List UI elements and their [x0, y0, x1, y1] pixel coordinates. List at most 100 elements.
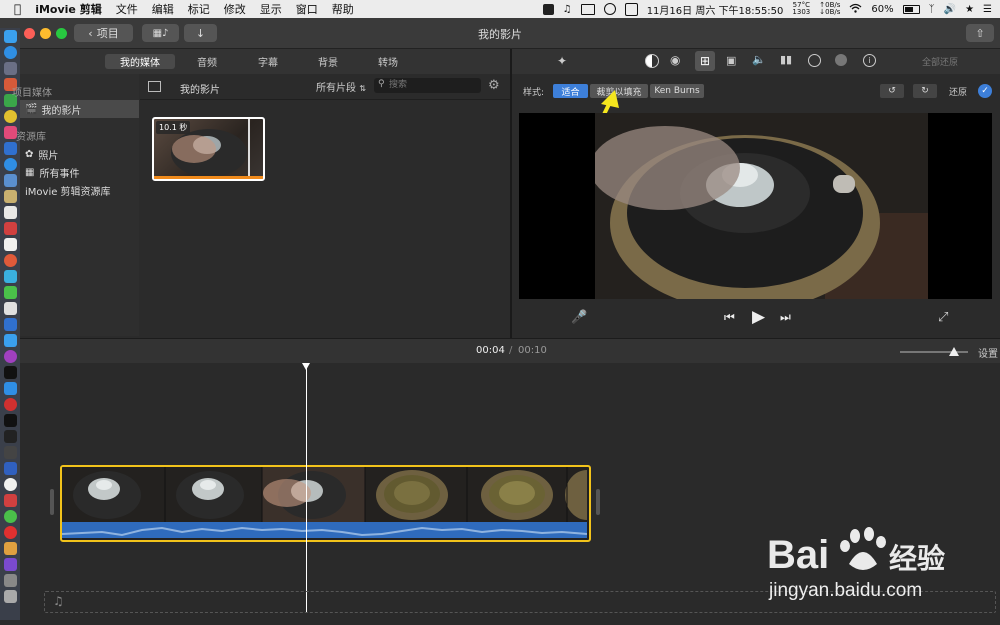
apply-checkmark-icon[interactable]: ✓ [978, 84, 992, 98]
app-icon-14[interactable] [3, 254, 17, 267]
wechat-icon[interactable] [3, 286, 17, 299]
sensor-readout[interactable]: 57°C 1303 [792, 2, 810, 16]
audio-waveform-track[interactable] [62, 522, 587, 538]
menu-edit[interactable]: 编辑 [152, 1, 174, 17]
timeline-clip[interactable] [60, 465, 591, 542]
menu-file[interactable]: 文件 [116, 1, 138, 17]
reset-all-button[interactable]: 全部还原 [922, 55, 958, 68]
library-item-imovie-library[interactable]: iMovie 剪辑资源库 [20, 181, 139, 199]
color-balance-icon[interactable] [645, 54, 659, 68]
tab-transitions[interactable]: 转场 [366, 54, 410, 69]
clip-trim-handle-left[interactable] [50, 489, 54, 515]
chrome-icon[interactable] [3, 110, 17, 123]
app-icon-20[interactable] [3, 350, 17, 363]
search-field[interactable]: ⚲ [374, 78, 481, 93]
activity-icon[interactable] [3, 430, 17, 443]
library-item-my-movie[interactable]: 🎬 我的影片 [20, 100, 139, 118]
back-to-projects-button[interactable]: ‹ 项目 [74, 24, 133, 42]
library-item-photos[interactable]: ✿ 照片 [20, 145, 139, 163]
display-icon[interactable] [580, 3, 595, 15]
app-icon-17[interactable] [3, 302, 17, 315]
vivaldi-icon[interactable] [3, 398, 17, 411]
tab-titles[interactable]: 字幕 [246, 54, 290, 69]
app-icon-13[interactable] [3, 238, 17, 251]
app-icon-10[interactable] [3, 190, 17, 203]
library-item-all-events[interactable]: ▦ 所有事件 [20, 163, 139, 181]
reset-button[interactable]: 还原 [949, 85, 967, 98]
wifi-icon[interactable] [849, 3, 862, 16]
zoom-slider-knob[interactable] [949, 347, 960, 356]
app-icon-7[interactable] [3, 142, 17, 155]
clip-filter-dropdown[interactable]: 所有片段 ⇅ [316, 79, 366, 94]
app-icon-18[interactable] [3, 318, 17, 331]
zoom-window-button[interactable] [56, 28, 67, 39]
menu-modify[interactable]: 修改 [224, 1, 246, 17]
settings-gear-icon[interactable]: ⚙ [488, 78, 500, 93]
notification-center-icon[interactable]: ☰ [983, 4, 992, 15]
tab-my-media[interactable]: 我的媒体 [105, 54, 175, 69]
app-switch-icon[interactable] [624, 2, 638, 16]
menu-window[interactable]: 窗口 [296, 1, 318, 17]
playhead[interactable] [302, 363, 310, 613]
appletv-icon[interactable] [3, 366, 17, 379]
star-icon[interactable]: ★ [965, 4, 974, 15]
network-readout[interactable]: ↑0B/s ↓0B/s [819, 2, 840, 16]
app-icon-12[interactable] [3, 222, 17, 235]
style-ken-burns-button[interactable]: Ken Burns [650, 84, 704, 98]
microphone-icon[interactable]: 🎤 [571, 310, 587, 325]
sidebar-toggle-icon[interactable] [148, 81, 161, 92]
skip-back-icon[interactable]: ⏮ [724, 310, 735, 325]
filter-icon[interactable] [835, 54, 847, 66]
status-app-icon[interactable] [542, 3, 554, 15]
fullscreen-icon[interactable]: ⤢ [938, 310, 948, 325]
app-icon-34[interactable] [3, 574, 17, 587]
app-icon-30[interactable] [3, 510, 17, 523]
speed-icon[interactable] [808, 54, 821, 67]
timeline-settings-button[interactable]: 设置 [978, 345, 998, 360]
menu-mark[interactable]: 标记 [188, 1, 210, 17]
equalizer-icon[interactable]: ▮▮ [780, 53, 792, 66]
app-icon-6[interactable] [3, 126, 17, 139]
app-icon-11[interactable] [3, 206, 17, 219]
battery-text[interactable]: 60% [871, 4, 893, 15]
trash-icon[interactable] [3, 590, 17, 603]
app-icon-9[interactable] [3, 174, 17, 187]
finder-icon[interactable] [3, 30, 17, 43]
yandex-icon[interactable] [3, 478, 17, 491]
music-icon[interactable]: ♫ [563, 4, 572, 15]
search-input[interactable] [389, 79, 477, 91]
safari-icon[interactable] [3, 46, 17, 59]
volume-icon[interactable]: 🔊 [944, 4, 956, 15]
menu-help[interactable]: 帮助 [332, 1, 354, 17]
close-window-button[interactable] [24, 28, 35, 39]
vpn-icon[interactable] [3, 462, 17, 475]
tab-backgrounds[interactable]: 背景 [306, 54, 350, 69]
menu-view[interactable]: 显示 [260, 1, 282, 17]
tab-audio[interactable]: 音频 [185, 54, 229, 69]
bluetooth-icon[interactable]: ᛉ [929, 4, 935, 15]
play-icon[interactable]: ▶ [752, 307, 765, 327]
app-icon-31[interactable] [3, 526, 17, 539]
app-icon-8[interactable] [3, 158, 17, 171]
info-icon[interactable]: i [863, 54, 876, 67]
menu-app-name[interactable]: iMovie 剪辑 [35, 1, 102, 17]
rotate-counterclockwise-button[interactable]: ↺ [880, 84, 904, 98]
magic-wand-icon[interactable]: ✦ [557, 54, 567, 68]
crop-icon[interactable]: ⊞ [695, 51, 715, 71]
media-clip-thumbnail[interactable]: 10.1 秒 [152, 117, 265, 181]
zoom-slider[interactable] [900, 347, 968, 356]
clip-trim-handle-right[interactable] [596, 489, 600, 515]
appstore-icon[interactable] [3, 382, 17, 395]
skip-forward-icon[interactable]: ⏭ [780, 310, 791, 325]
media-import-button[interactable]: ▦♪ [142, 24, 179, 42]
app-icon-32[interactable] [3, 542, 17, 555]
app-icon-29[interactable] [3, 494, 17, 507]
minimize-window-button[interactable] [40, 28, 51, 39]
battery-icon[interactable] [902, 4, 920, 14]
share-button[interactable]: ⇧ [966, 24, 994, 42]
rotate-clockwise-button[interactable]: ↻ [913, 84, 937, 98]
launchpad-icon[interactable] [3, 62, 17, 75]
clock-text[interactable]: 11月16日 周六 下午18:55:50 [647, 2, 784, 17]
app-icon-19[interactable] [3, 334, 17, 347]
apple-icon[interactable]:  [14, 2, 21, 16]
